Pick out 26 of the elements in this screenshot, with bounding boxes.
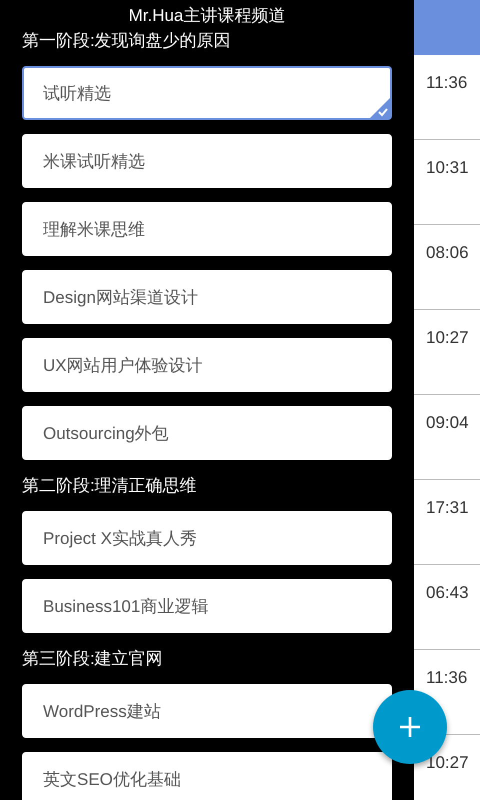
course-item[interactable]: Business101商业逻辑	[22, 579, 392, 633]
drawer-title: Mr.Hua主讲课程频道	[128, 5, 286, 27]
course-item[interactable]: 理解米课思维	[22, 202, 392, 256]
time-label: 11:36	[426, 73, 468, 92]
course-item[interactable]: UX网站用户体验设计	[22, 338, 392, 392]
course-item[interactable]: 英文SEO优化基础	[22, 752, 392, 800]
check-icon	[370, 98, 390, 118]
time-label: 17:31	[426, 498, 469, 517]
time-label: 10:27	[426, 328, 469, 347]
course-item[interactable]: Outsourcing外包	[22, 406, 392, 460]
time-label: 09:04	[426, 413, 469, 432]
time-label: 10:27	[426, 753, 469, 772]
course-item[interactable]: 米课试听精选	[22, 134, 392, 188]
course-item[interactable]: Design网站渠道设计	[22, 270, 392, 324]
section-heading: 第一阶段:发现询盘少的原因	[22, 30, 232, 52]
course-item[interactable]: Project X实战真人秀	[22, 511, 392, 565]
section-heading: 第三阶段:建立官网	[22, 648, 164, 670]
course-item[interactable]: WordPress建站	[22, 684, 392, 738]
course-item[interactable]: 试听精选	[22, 66, 392, 120]
section-heading: 第二阶段:理清正确思维	[22, 475, 198, 497]
time-label: 06:43	[426, 583, 469, 602]
app-bar	[414, 0, 480, 55]
plus-icon	[398, 715, 422, 739]
time-label: 10:31	[426, 158, 469, 177]
time-label: 11:36	[426, 668, 468, 687]
time-label: 08:06	[426, 243, 469, 262]
